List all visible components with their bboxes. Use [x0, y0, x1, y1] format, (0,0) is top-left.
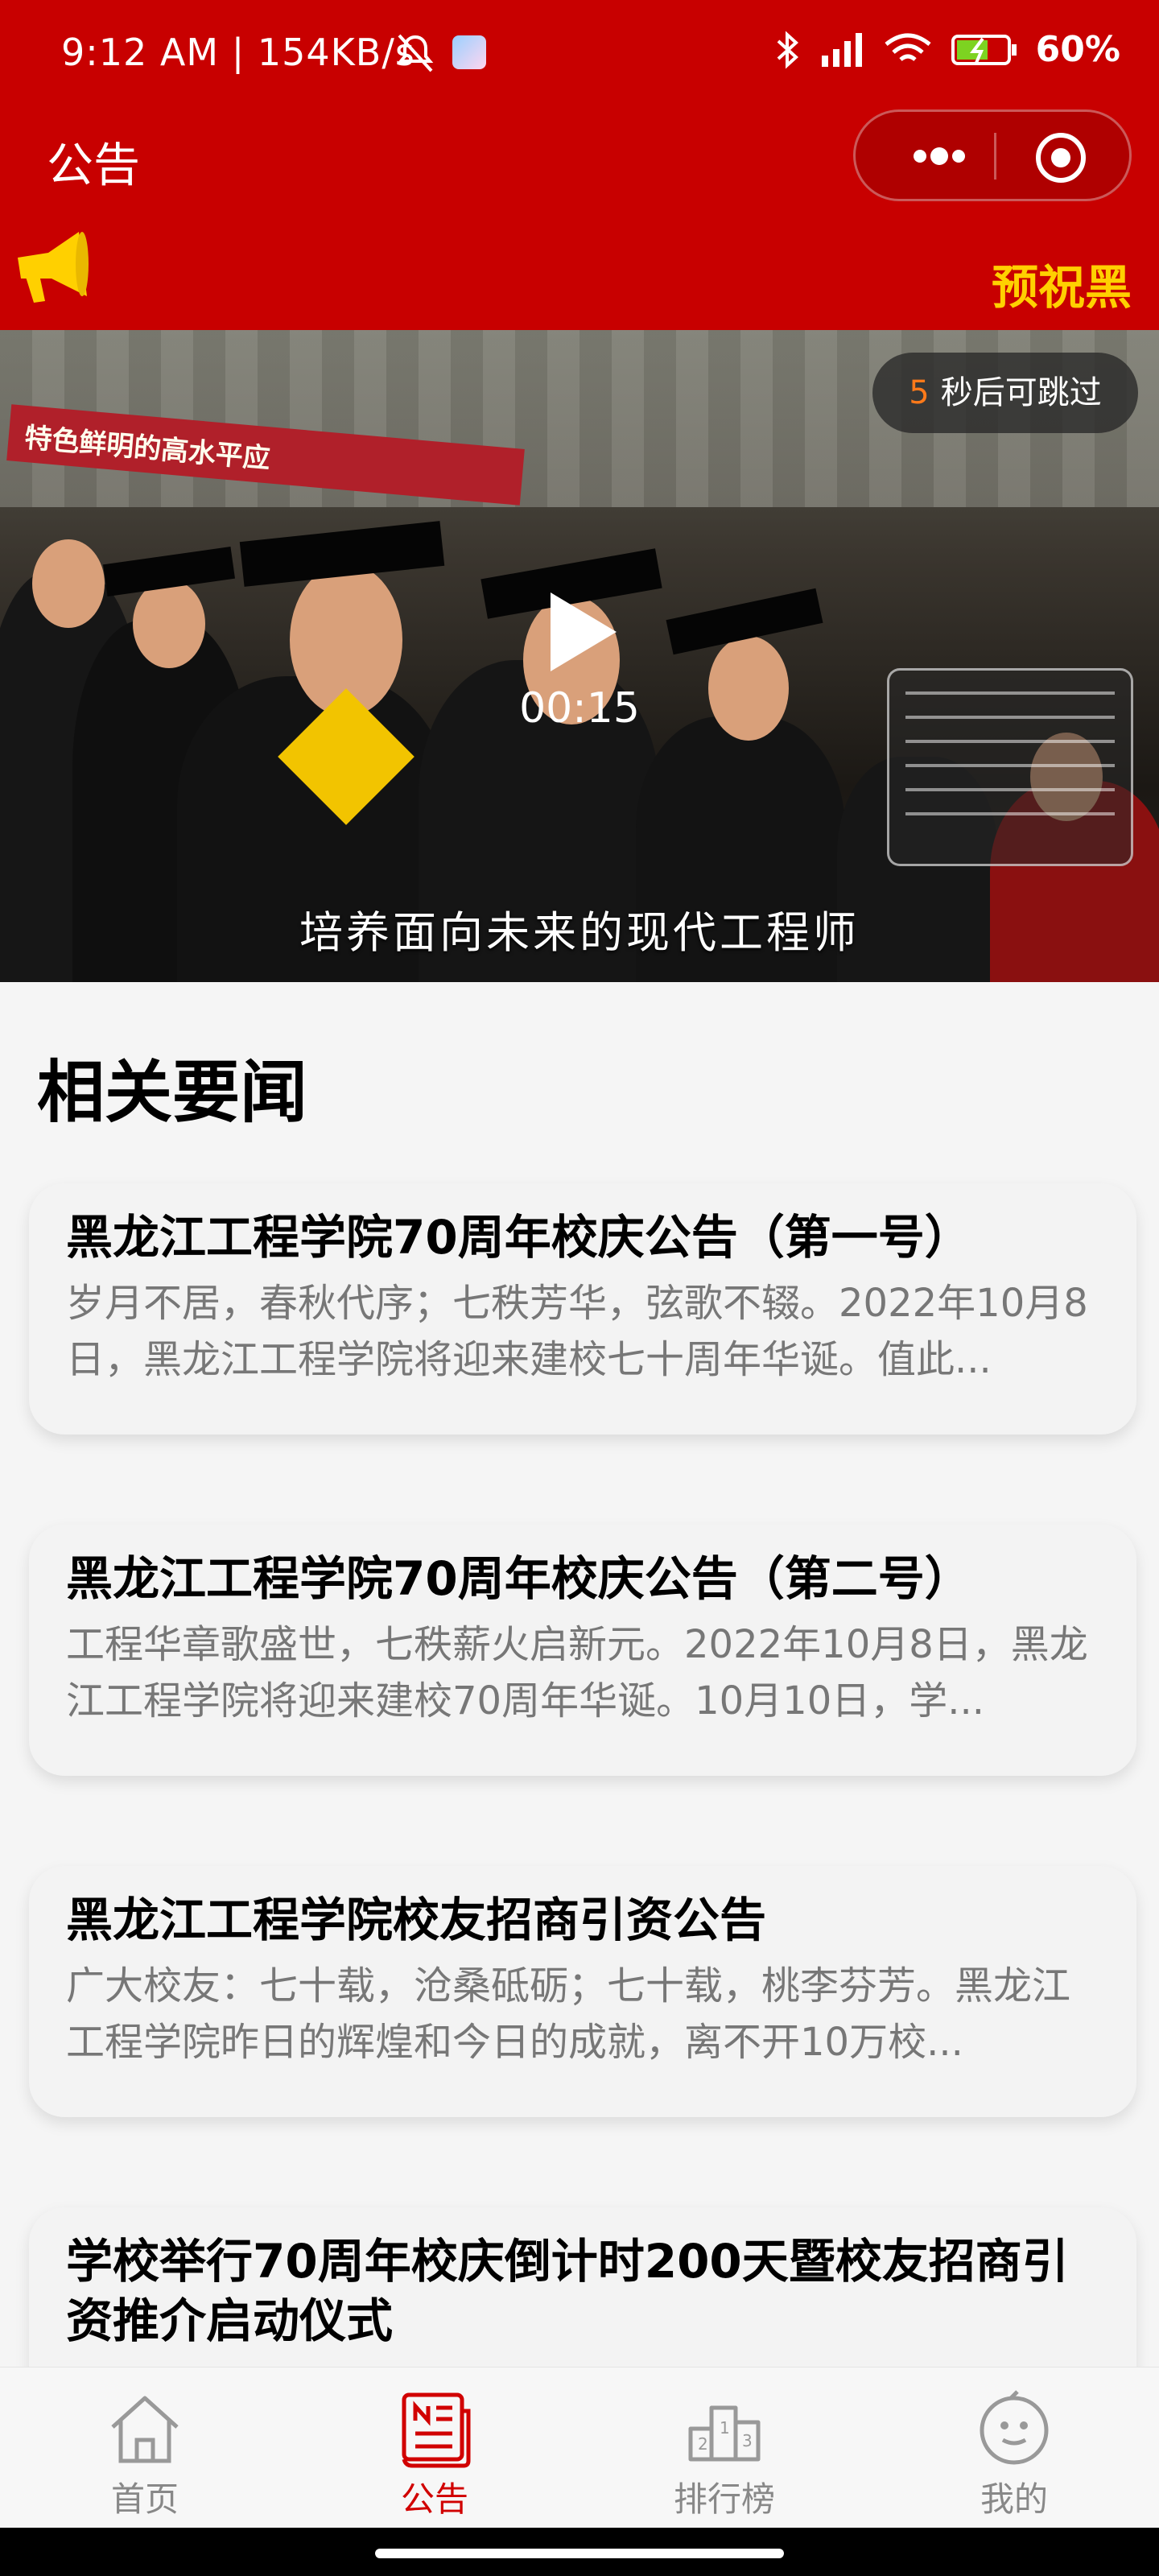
news-title: 黑龙江工程学院校友招商引资公告 [66, 1893, 767, 1947]
tab-home[interactable]: 首页 [0, 2368, 290, 2529]
status-time: 9:12 AM | 154KB/s [61, 31, 415, 74]
notice-marquee-bar[interactable]: 预祝黑 [0, 206, 1159, 330]
bottom-tab-bar: 首页 公告 2 1 3 排行榜 我的 [0, 2367, 1159, 2529]
megaphone-icon [18, 232, 89, 303]
news-summary: 工程华章歌盛世，七秩薪火启新元。2022年10月8日，黑龙江工程学院将迎来建校7… [66, 1622, 1088, 1724]
svg-text:1: 1 [720, 2418, 730, 2438]
ranking-icon: 2 1 3 [688, 2405, 761, 2462]
skip-countdown-button[interactable]: 5 秒后可跳过 [872, 353, 1138, 433]
news-title: 黑龙江工程学院70周年校庆公告（第一号） [66, 1210, 971, 1265]
close-miniprogram-icon[interactable] [1033, 130, 1089, 186]
svg-text:2: 2 [698, 2434, 708, 2454]
miniprogram-capsule [853, 109, 1132, 201]
section-title: 相关要闻 [37, 1053, 308, 1132]
home-gesture-bar[interactable] [375, 2549, 784, 2558]
news-summary: 广大校友：七十载，沧桑砥砺；七十载，桃李芬芳。黑龙江工程学院昨日的辉煌和今日的成… [66, 1963, 1071, 2065]
mute-bell-icon [397, 34, 434, 72]
battery-icon [951, 34, 1017, 65]
skip-label: 秒后可跳过 [940, 374, 1102, 411]
title-bar: 公告 [0, 109, 1159, 206]
notice-icon [402, 2392, 471, 2468]
capsule-divider [994, 133, 996, 180]
video-subtitle: 培养面向未来的现代工程师 [299, 907, 860, 958]
app-notification-icon [452, 35, 486, 69]
status-right: 60% [775, 29, 1120, 70]
tab-profile[interactable]: 我的 [869, 2368, 1159, 2529]
signal-icon [821, 32, 862, 67]
tab-label: 排行榜 [673, 2479, 775, 2519]
news-title: 黑龙江工程学院70周年校庆公告（第二号） [66, 1551, 971, 1606]
tab-label: 首页 [110, 2479, 179, 2519]
news-title: 学校举行70周年校庆倒计时200天暨校友招商引资推介启动仪式 [66, 2234, 1069, 2348]
bluetooth-icon [777, 30, 798, 69]
news-summary: 岁月不居，春秋代序；七秩芳华，弦歌不辍。2022年10月8日，黑龙江工程学院将迎… [66, 1281, 1088, 1382]
home-icon [111, 2396, 179, 2463]
battery-percent: 60% [1035, 29, 1120, 70]
play-icon[interactable] [542, 588, 623, 676]
news-card[interactable]: 黑龙江工程学院70周年校庆公告（第二号） 工程华章歌盛世，七秩薪火启新元。202… [29, 1525, 1136, 1776]
news-card[interactable]: 黑龙江工程学院70周年校庆公告（第一号） 岁月不居，春秋代序；七秩芳华，弦歌不辍… [29, 1183, 1136, 1435]
marquee-text: 预祝黑 [992, 260, 1132, 315]
profile-icon [980, 2390, 1049, 2465]
news-card[interactable]: 黑龙江工程学院校友招商引资公告 广大校友：七十载，沧桑砥砺；七十载，桃李芬芳。黑… [29, 1866, 1136, 2117]
video-elapsed-time: 00:15 [519, 684, 640, 733]
more-options-icon[interactable] [891, 128, 988, 184]
svg-text:3: 3 [742, 2431, 753, 2450]
video-player[interactable]: 特色鲜明的高水平应 5 秒后可跳过 00:15 培养面向未来的现代工程师 [0, 330, 1159, 982]
system-nav-bar [0, 2528, 1159, 2576]
tab-label: 公告 [400, 2479, 468, 2519]
tab-ranking[interactable]: 2 1 3 排行榜 [580, 2368, 869, 2529]
status-bar: 9:12 AM | 154KB/s 60% [0, 0, 1159, 109]
skip-count: 5 [909, 374, 930, 411]
tab-label: 我的 [980, 2479, 1048, 2519]
wifi-icon [885, 33, 931, 61]
page-title: 公告 [47, 138, 141, 192]
tab-notice[interactable]: 公告 [290, 2368, 580, 2529]
